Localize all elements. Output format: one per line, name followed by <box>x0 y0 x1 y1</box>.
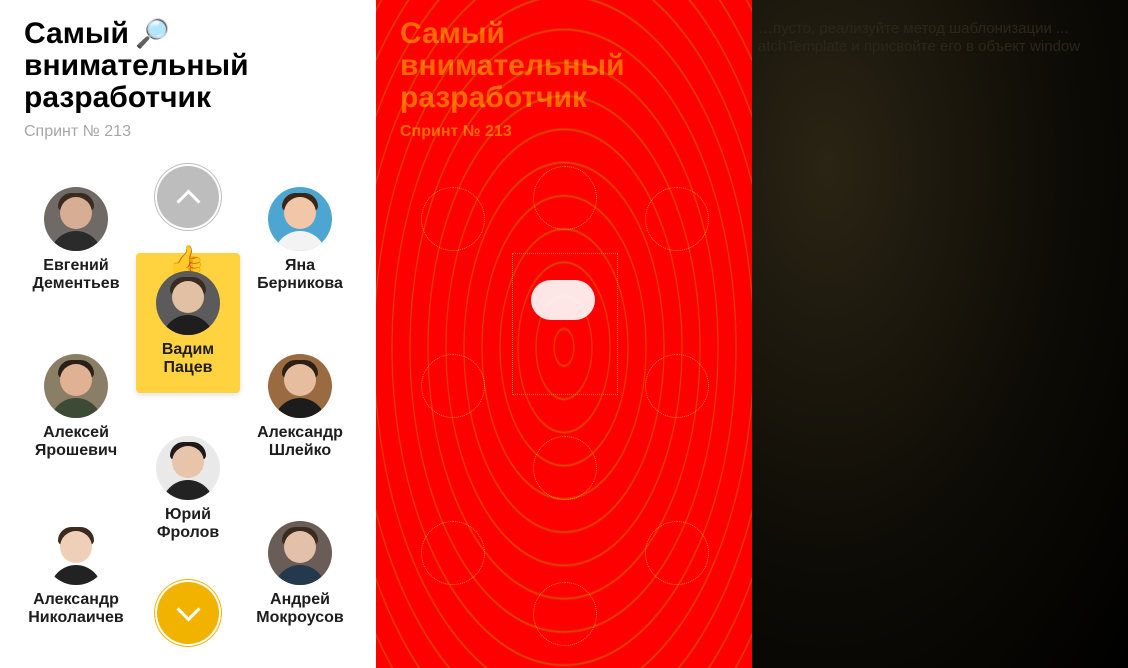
avatar <box>44 187 108 251</box>
ghost-avatar-ring <box>645 521 709 585</box>
leader-avatar <box>156 271 220 335</box>
leader-first-name: Вадим <box>161 341 215 358</box>
person-card[interactable]: Яна Берникова <box>245 187 355 293</box>
person-first-name: Александр <box>33 591 119 608</box>
person-name: Юрий Фролов <box>133 506 243 542</box>
person-card[interactable]: Александр Шлейко <box>245 354 355 460</box>
template-hint-text: …пусто, реализуйте метод шаблонизации ..… <box>758 20 1081 55</box>
person-last-name: Берникова <box>257 275 343 292</box>
person-name: Андрей Мокроусов <box>245 591 355 627</box>
scroll-down-button[interactable] <box>157 582 219 644</box>
person-last-name: Фролов <box>156 524 220 541</box>
avatar <box>268 521 332 585</box>
leader-card[interactable]: 👍 Вадим Пацев <box>136 245 240 393</box>
ghost-subtitle: Спринт № 213 <box>400 123 512 140</box>
ghost-highlight <box>531 280 595 320</box>
title-line-3: разработчик <box>24 81 211 114</box>
avatar <box>44 354 108 418</box>
person-first-name: Яна <box>284 257 316 274</box>
ghost-avatar-ring <box>533 436 597 500</box>
person-name: Александр Николаичев <box>21 591 131 627</box>
avatar <box>268 187 332 251</box>
ghost-up-ring <box>533 166 597 230</box>
app-stage: Самый 🔎 внимательный разработчик Спринт №… <box>0 0 1128 668</box>
person-card[interactable]: Евгений Дементьев <box>21 187 131 293</box>
avatar <box>268 354 332 418</box>
diff-overlay-slide: Самый внимательный разработчик Спринт № … <box>376 0 752 668</box>
person-first-name: Андрей <box>270 591 330 608</box>
ghost-title-line-3: разработчик <box>400 81 587 114</box>
title-line-1: Самый <box>24 17 129 50</box>
person-card[interactable]: Андрей Мокроусов <box>245 521 355 627</box>
ghost-down-ring <box>533 582 597 646</box>
ghost-avatar-ring <box>421 187 485 251</box>
leader-name: Вадим Пацев <box>136 341 240 377</box>
chevron-down-icon <box>175 596 201 622</box>
ghost-avatar-ring <box>421 521 485 585</box>
person-name: Александр Шлейко <box>245 424 355 460</box>
title-line-2: внимательный <box>24 49 249 82</box>
avatar <box>44 521 108 585</box>
magnifier-icon: 🔎 <box>134 18 170 49</box>
person-last-name: Николаичев <box>28 609 124 626</box>
person-first-name: Александр <box>257 424 343 441</box>
person-first-name: Алексей <box>43 424 109 441</box>
chevron-up-icon <box>175 188 201 214</box>
person-last-name: Ярошевич <box>34 442 118 459</box>
avatar <box>156 436 220 500</box>
person-card[interactable]: Алексей Ярошевич <box>21 354 131 460</box>
scroll-up-button[interactable] <box>157 166 219 228</box>
person-first-name: Юрий <box>165 506 211 523</box>
empty-template-slide: …пусто, реализуйте метод шаблонизации ..… <box>752 0 1128 668</box>
leader-last-name: Пацев <box>163 359 213 376</box>
person-name: Яна Берникова <box>245 257 355 293</box>
person-last-name: Шлейко <box>268 442 332 459</box>
person-first-name: Евгений <box>43 257 109 274</box>
person-name: Алексей Ярошевич <box>21 424 131 460</box>
person-last-name: Мокроусов <box>256 609 344 626</box>
ghost-avatar-ring <box>645 354 709 418</box>
leaders-slide: Самый 🔎 внимательный разработчик Спринт №… <box>0 0 376 668</box>
person-name: Евгений Дементьев <box>21 257 131 293</box>
ghost-avatar-ring <box>645 187 709 251</box>
ghost-title: Самый внимательный разработчик <box>400 18 625 114</box>
ghost-avatar-ring <box>421 354 485 418</box>
person-card[interactable]: Александр Николаичев <box>21 521 131 627</box>
ghost-title-line-1: Самый <box>400 17 505 50</box>
ghost-title-line-2: внимательный <box>400 49 625 82</box>
sprint-subtitle: Спринт № 213 <box>24 123 131 140</box>
slide-title: Самый 🔎 внимательный разработчик <box>24 18 249 114</box>
ghost-leader-card <box>512 253 618 395</box>
person-last-name: Дементьев <box>32 275 120 292</box>
person-card[interactable]: Юрий Фролов <box>133 436 243 542</box>
